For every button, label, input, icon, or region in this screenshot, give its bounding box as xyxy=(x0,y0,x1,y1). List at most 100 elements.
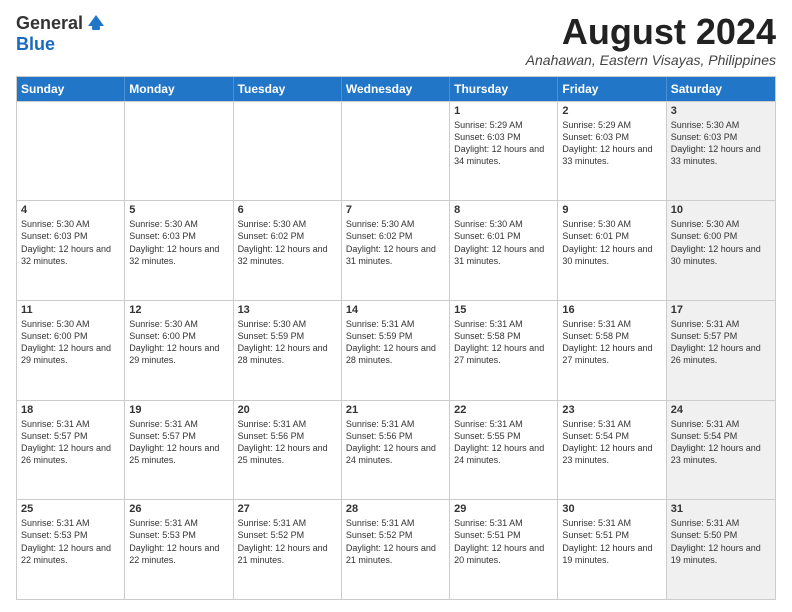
cal-cell: 25 Sunrise: 5:31 AMSunset: 5:53 PMDayligh… xyxy=(17,500,125,599)
cell-info: Sunrise: 5:30 AMSunset: 6:02 PMDaylight:… xyxy=(238,218,337,267)
cell-info: Sunrise: 5:31 AMSunset: 5:50 PMDaylight:… xyxy=(671,517,771,566)
cal-cell: 13 Sunrise: 5:30 AMSunset: 5:59 PMDayligh… xyxy=(234,301,342,400)
header-day-wednesday: Wednesday xyxy=(342,77,450,101)
day-number: 25 xyxy=(21,503,120,515)
day-number: 18 xyxy=(21,404,120,416)
cell-info: Sunrise: 5:29 AMSunset: 6:03 PMDaylight:… xyxy=(454,119,553,168)
cal-cell: 1 Sunrise: 5:29 AMSunset: 6:03 PMDaylight… xyxy=(450,102,558,201)
cell-info: Sunrise: 5:31 AMSunset: 5:52 PMDaylight:… xyxy=(346,517,445,566)
cal-cell: 16 Sunrise: 5:31 AMSunset: 5:58 PMDayligh… xyxy=(558,301,666,400)
header-day-sunday: Sunday xyxy=(17,77,125,101)
calendar-body: 1 Sunrise: 5:29 AMSunset: 6:03 PMDaylight… xyxy=(17,101,775,599)
cal-cell: 8 Sunrise: 5:30 AMSunset: 6:01 PMDaylight… xyxy=(450,201,558,300)
week-row-0: 1 Sunrise: 5:29 AMSunset: 6:03 PMDaylight… xyxy=(17,101,775,201)
day-number: 21 xyxy=(346,404,445,416)
header-day-thursday: Thursday xyxy=(450,77,558,101)
cal-cell: 29Sunrise: 5:31 AMSunset: 5:51 PMDayligh… xyxy=(450,500,558,599)
title-block: August 2024 Anahawan, Eastern Visayas, P… xyxy=(526,12,776,68)
cell-info: Sunrise: 5:29 AMSunset: 6:03 PMDaylight:… xyxy=(562,119,661,168)
cell-info: Sunrise: 5:30 AMSunset: 6:00 PMDaylight:… xyxy=(129,318,228,367)
cal-cell: 21Sunrise: 5:31 AMSunset: 5:56 PMDayligh… xyxy=(342,401,450,500)
cell-info: Sunrise: 5:30 AMSunset: 6:01 PMDaylight:… xyxy=(454,218,553,267)
location: Anahawan, Eastern Visayas, Philippines xyxy=(526,52,776,68)
cell-info: Sunrise: 5:31 AMSunset: 5:52 PMDaylight:… xyxy=(238,517,337,566)
header-day-monday: Monday xyxy=(125,77,233,101)
cell-info: Sunrise: 5:31 AMSunset: 5:53 PMDaylight:… xyxy=(21,517,120,566)
cal-cell: 6Sunrise: 5:30 AMSunset: 6:02 PMDaylight… xyxy=(234,201,342,300)
cell-info: Sunrise: 5:31 AMSunset: 5:57 PMDaylight:… xyxy=(671,318,771,367)
cell-info: Sunrise: 5:30 AMSunset: 6:03 PMDaylight:… xyxy=(671,119,771,168)
cal-cell: 12 Sunrise: 5:30 AMSunset: 6:00 PMDayligh… xyxy=(125,301,233,400)
header-day-tuesday: Tuesday xyxy=(234,77,342,101)
cal-cell: 17 Sunrise: 5:31 AMSunset: 5:57 PMDayligh… xyxy=(667,301,775,400)
week-row-2: 11 Sunrise: 5:30 AMSunset: 6:00 PMDayligh… xyxy=(17,300,775,400)
week-row-4: 25 Sunrise: 5:31 AMSunset: 5:53 PMDayligh… xyxy=(17,499,775,599)
month-year: August 2024 xyxy=(526,12,776,52)
day-number: 24 xyxy=(671,404,771,416)
cell-info: Sunrise: 5:31 AMSunset: 5:58 PMDaylight:… xyxy=(454,318,553,367)
cell-info: Sunrise: 5:31 AMSunset: 5:57 PMDaylight:… xyxy=(129,418,228,467)
week-row-3: 18 Sunrise: 5:31 AMSunset: 5:57 PMDayligh… xyxy=(17,400,775,500)
cell-info: Sunrise: 5:31 AMSunset: 5:58 PMDaylight:… xyxy=(562,318,661,367)
day-number: 30 xyxy=(562,503,661,515)
cal-cell xyxy=(234,102,342,201)
cal-cell: 26 Sunrise: 5:31 AMSunset: 5:53 PMDayligh… xyxy=(125,500,233,599)
day-number: 10 xyxy=(671,204,771,216)
cal-cell xyxy=(17,102,125,201)
day-number: 11 xyxy=(21,304,120,316)
day-number: 23 xyxy=(562,404,661,416)
cell-info: Sunrise: 5:30 AMSunset: 6:02 PMDaylight:… xyxy=(346,218,445,267)
day-number: 9 xyxy=(562,204,661,216)
day-number: 1 xyxy=(454,105,553,117)
day-number: 19 xyxy=(129,404,228,416)
day-number: 14 xyxy=(346,304,445,316)
day-number: 13 xyxy=(238,304,337,316)
page: General Blue August 2024 Anahawan, Easte… xyxy=(0,0,792,612)
cal-cell: 11Sunrise: 5:30 AMSunset: 6:00 PMDayligh… xyxy=(17,301,125,400)
day-number: 8 xyxy=(454,204,553,216)
cell-info: Sunrise: 5:30 AMSunset: 5:59 PMDaylight:… xyxy=(238,318,337,367)
header-day-saturday: Saturday xyxy=(667,77,775,101)
cal-cell: 24Sunrise: 5:31 AMSunset: 5:54 PMDayligh… xyxy=(667,401,775,500)
logo-blue: Blue xyxy=(16,34,55,54)
cell-info: Sunrise: 5:30 AMSunset: 6:01 PMDaylight:… xyxy=(562,218,661,267)
cal-cell: 30 Sunrise: 5:31 AMSunset: 5:51 PMDayligh… xyxy=(558,500,666,599)
day-number: 5 xyxy=(129,204,228,216)
header: General Blue August 2024 Anahawan, Easte… xyxy=(16,12,776,68)
cell-info: Sunrise: 5:31 AMSunset: 5:51 PMDaylight:… xyxy=(562,517,661,566)
header-day-friday: Friday xyxy=(558,77,666,101)
cal-cell: 4 Sunrise: 5:30 AMSunset: 6:03 PMDaylight… xyxy=(17,201,125,300)
day-number: 15 xyxy=(454,304,553,316)
day-number: 2 xyxy=(562,105,661,117)
day-number: 16 xyxy=(562,304,661,316)
cal-cell: 20Sunrise: 5:31 AMSunset: 5:56 PMDayligh… xyxy=(234,401,342,500)
cal-cell: 10 Sunrise: 5:30 AMSunset: 6:00 PMDayligh… xyxy=(667,201,775,300)
cal-cell: 3 Sunrise: 5:30 AMSunset: 6:03 PMDaylight… xyxy=(667,102,775,201)
cell-info: Sunrise: 5:31 AMSunset: 5:55 PMDaylight:… xyxy=(454,418,553,467)
day-number: 12 xyxy=(129,304,228,316)
cell-info: Sunrise: 5:31 AMSunset: 5:54 PMDaylight:… xyxy=(562,418,661,467)
cell-info: Sunrise: 5:30 AMSunset: 6:00 PMDaylight:… xyxy=(671,218,771,267)
cal-cell: 22 Sunrise: 5:31 AMSunset: 5:55 PMDayligh… xyxy=(450,401,558,500)
cal-cell: 28 Sunrise: 5:31 AMSunset: 5:52 PMDayligh… xyxy=(342,500,450,599)
cal-cell: 19 Sunrise: 5:31 AMSunset: 5:57 PMDayligh… xyxy=(125,401,233,500)
week-row-1: 4 Sunrise: 5:30 AMSunset: 6:03 PMDaylight… xyxy=(17,200,775,300)
cell-info: Sunrise: 5:31 AMSunset: 5:53 PMDaylight:… xyxy=(129,517,228,566)
cal-cell: 15 Sunrise: 5:31 AMSunset: 5:58 PMDayligh… xyxy=(450,301,558,400)
day-number: 26 xyxy=(129,503,228,515)
logo-general: General xyxy=(16,13,83,34)
cal-cell: 5Sunrise: 5:30 AMSunset: 6:03 PMDaylight… xyxy=(125,201,233,300)
day-number: 3 xyxy=(671,105,771,117)
day-number: 4 xyxy=(21,204,120,216)
cal-cell: 14Sunrise: 5:31 AMSunset: 5:59 PMDayligh… xyxy=(342,301,450,400)
day-number: 29 xyxy=(454,503,553,515)
calendar-header: SundayMondayTuesdayWednesdayThursdayFrid… xyxy=(17,77,775,101)
day-number: 22 xyxy=(454,404,553,416)
day-number: 7 xyxy=(346,204,445,216)
cal-cell: 2 Sunrise: 5:29 AMSunset: 6:03 PMDaylight… xyxy=(558,102,666,201)
cal-cell xyxy=(125,102,233,201)
cell-info: Sunrise: 5:31 AMSunset: 5:57 PMDaylight:… xyxy=(21,418,120,467)
cell-info: Sunrise: 5:30 AMSunset: 6:03 PMDaylight:… xyxy=(21,218,120,267)
day-number: 28 xyxy=(346,503,445,515)
day-number: 17 xyxy=(671,304,771,316)
